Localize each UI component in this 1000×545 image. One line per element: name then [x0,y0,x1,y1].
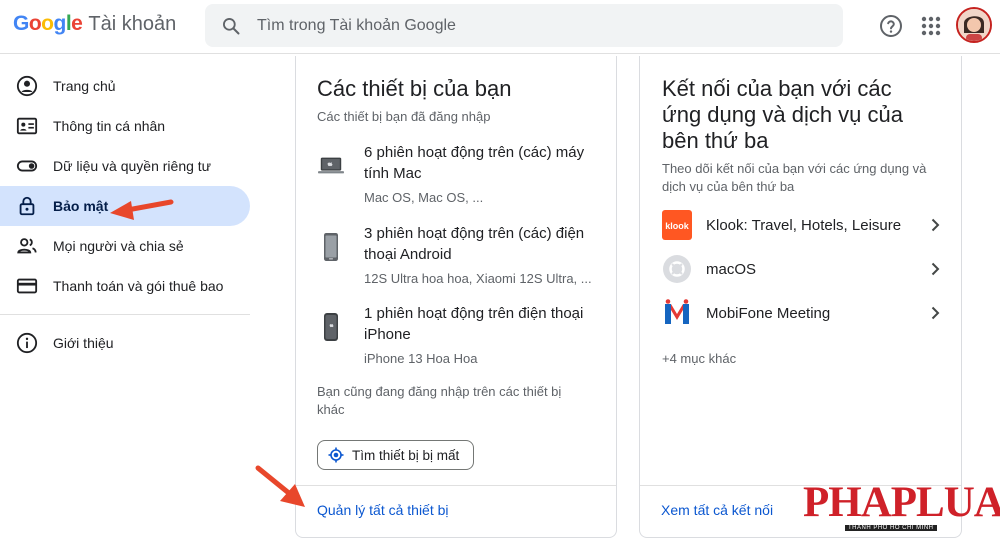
connections-card-title: Kết nối của bạn với các ứng dụng và dịch… [662,76,904,153]
sidebar-item-payments[interactable]: Thanh toán và gói thuê bao [0,266,250,306]
android-phone-icon [318,227,344,267]
info-icon [16,332,38,354]
klook-icon: klook [662,210,692,240]
mobifone-icon [662,298,692,328]
sidebar-item-label: Thanh toán và gói thuê bao [53,278,224,294]
device-title: 6 phiên hoạt động trên (các) máy tính Ma… [364,144,585,182]
apps-icon[interactable] [919,14,943,38]
sidebar-nav: Trang chủ Thông tin cá nhân Dữ liệu và q… [0,66,260,363]
account-avatar[interactable] [956,7,992,43]
google-account-logo[interactable]: Google Tài khoản [13,12,176,36]
sidebar-item-security[interactable]: Bảo mật [0,186,250,226]
search-icon [223,17,240,34]
watermark-subtitle: THÀNH PHỐ HỒ CHÍ MINH [845,525,937,531]
google-logo-text: Google [13,12,83,35]
manage-all-devices-link[interactable]: Quản lý tất cả thiết bị [317,502,449,518]
avatar-image [958,9,990,41]
sidebar-item-label: Trang chủ [53,78,116,94]
connection-name: MobiFone Meeting [706,304,831,322]
sidebar-item-label: Thông tin cá nhân [53,118,166,134]
find-lost-device-label: Tìm thiết bị bị mất [352,447,460,463]
toggle-icon [16,155,38,177]
connections-card-subtitle: Theo dõi kết nối của bạn với các ứng dụn… [662,161,927,194]
top-bar: Google Tài khoản [0,0,1000,54]
id-card-icon [16,115,38,137]
device-title: 1 phiên hoạt động trên điện thoại iPhone [364,305,584,343]
help-icon[interactable] [879,14,903,38]
watermark-text: PHAPLUAT [803,479,1000,526]
lock-icon [16,195,38,217]
sidebar-item-label: Dữ liệu và quyền riêng tư [53,158,212,174]
sidebar-item-label: Bảo mật [53,198,109,214]
connection-row-mobifone[interactable]: MobiFone Meeting [662,298,942,328]
sidebar-item-label: Mọi người và chia sẻ [53,238,184,254]
home-icon [16,75,38,97]
product-name: Tài khoản [88,13,177,35]
chevron-right-icon [931,218,940,232]
device-description: iPhone 13 Hoa Hoa [364,351,478,366]
people-icon [16,235,38,257]
device-row-android[interactable]: 3 phiên hoạt động trên (các) điện thoại … [318,223,592,286]
device-description: Mac OS, Mac OS, ... [364,190,484,205]
third-party-connections-card: Kết nối của bạn với các ứng dụng và dịch… [639,56,962,538]
device-row-iphone[interactable]: 1 phiên hoạt động trên điện thoại iPhone… [318,303,589,366]
sidebar-item-about[interactable]: Giới thiệu [0,323,250,363]
devices-card-footer: Quản lý tất cả thiết bị [296,485,616,537]
sidebar-divider [0,314,250,315]
chevron-right-icon [931,262,940,276]
device-title: 3 phiên hoạt động trên (các) điện thoại … [364,225,585,263]
sidebar-item-personal-info[interactable]: Thông tin cá nhân [0,106,250,146]
view-all-connections-link[interactable]: Xem tất cả kết nối [661,502,773,518]
sidebar-item-data-privacy[interactable]: Dữ liệu và quyền riêng tư [0,146,250,186]
connection-name: macOS [706,260,757,278]
device-description: 12S Ultra hoa hoa, Xiaomi 12S Ultra, ... [364,271,592,286]
sidebar-item-people-sharing[interactable]: Mọi người và chia sẻ [0,226,250,266]
connection-row-macos[interactable]: macOS [662,254,942,284]
other-devices-note: Bạn cũng đang đăng nhập trên các thiết b… [317,384,562,417]
sidebar-item-home[interactable]: Trang chủ [0,66,250,106]
location-target-icon [328,447,344,463]
search-input[interactable] [257,16,777,35]
svg-text:klook: klook [665,221,690,231]
more-connections-count: +4 mục khác [662,351,737,366]
connection-name: Klook: Travel, Hotels, Leisure [706,216,902,234]
devices-card-title: Các thiết bị của bạn [317,76,512,101]
devices-card: Các thiết bị của bạn Các thiết bị bạn đã… [295,56,617,538]
sidebar-item-label: Giới thiệu [53,335,114,351]
macos-icon [662,254,692,284]
phapluat-watermark-logo: PHAPLUAT THÀNH PHỐ HỒ CHÍ MINH [803,478,1000,536]
chevron-right-icon [931,306,940,320]
device-row-mac[interactable]: 6 phiên hoạt động trên (các) máy tính Ma… [318,142,589,205]
find-lost-device-button[interactable]: Tìm thiết bị bị mất [317,440,475,470]
iphone-icon [318,307,344,347]
laptop-icon [318,146,344,186]
devices-card-subtitle: Các thiết bị bạn đã đăng nhập [317,109,491,124]
connection-row-klook[interactable]: klook Klook: Travel, Hotels, Leisure [662,210,942,240]
credit-card-icon [16,275,38,297]
search-bar[interactable] [205,4,843,47]
